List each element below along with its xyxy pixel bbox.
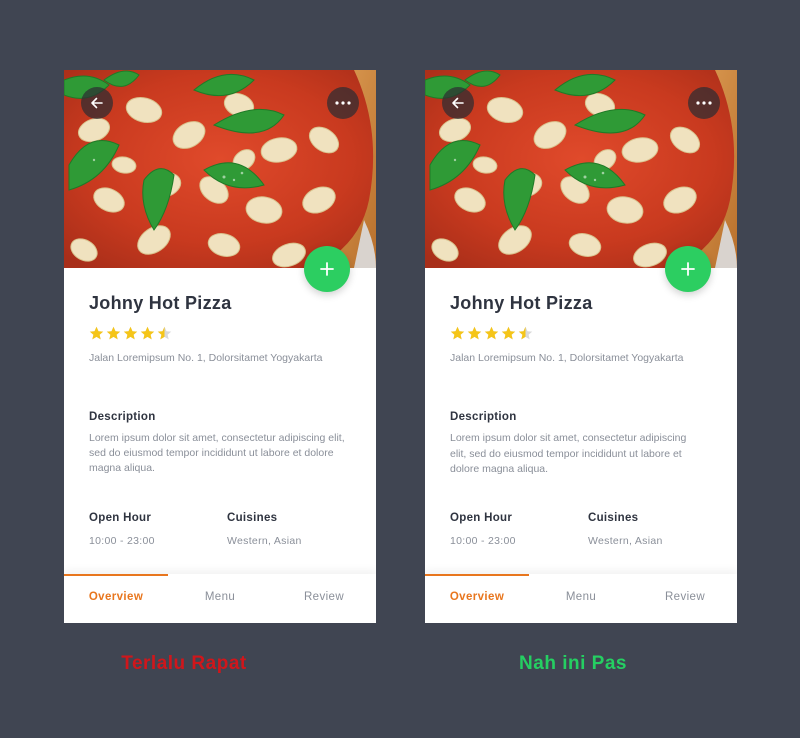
star-rating [89, 326, 172, 341]
more-dots-icon [696, 101, 712, 105]
star-full-icon [123, 326, 138, 340]
description-heading: Description [450, 411, 517, 423]
cuisines-label: Cuisines [227, 512, 278, 524]
back-button[interactable] [81, 87, 113, 119]
star-full-icon [89, 326, 104, 340]
tab-review[interactable]: Review [272, 591, 376, 603]
star-rating [450, 326, 533, 341]
caption-just-right: Nah ini Pas [519, 653, 627, 674]
restaurant-address: Jalan Loremipsum No. 1, Dolorsitamet Yog… [450, 352, 684, 364]
star-full-icon [106, 326, 121, 340]
description-heading: Description [89, 411, 156, 423]
add-button[interactable] [665, 246, 711, 292]
star-full-icon [467, 326, 482, 340]
add-button[interactable] [304, 246, 350, 292]
more-options-button[interactable] [327, 87, 359, 119]
restaurant-card-right: Johny Hot Pizza Jalan Loremipsum No. 1, … [425, 70, 737, 623]
open-hour-label: Open Hour [450, 512, 513, 524]
back-button[interactable] [442, 87, 474, 119]
caption-too-tight: Terlalu Rapat [121, 653, 247, 674]
restaurant-name: Johny Hot Pizza [450, 293, 593, 313]
description-text: Lorem ipsum dolor sit amet, consectetur … [450, 432, 687, 475]
star-full-icon [450, 326, 465, 340]
active-tab-indicator [425, 574, 529, 576]
more-dots-icon [335, 101, 351, 105]
back-arrow-icon [452, 97, 464, 109]
cuisines-value: Western, Asian [227, 535, 302, 547]
plus-icon [320, 262, 334, 276]
plus-icon [681, 262, 695, 276]
star-full-icon [484, 326, 499, 340]
star-full-icon [501, 326, 516, 340]
active-tab-indicator [64, 574, 168, 576]
restaurant-address: Jalan Loremipsum No. 1, Dolorsitamet Yog… [89, 352, 323, 364]
star-half-icon [157, 326, 172, 340]
description-text: Lorem ipsum dolor sit amet, consectetur … [89, 432, 345, 474]
back-arrow-icon [91, 97, 103, 109]
cuisines-label: Cuisines [588, 512, 639, 524]
tab-menu[interactable]: Menu [529, 591, 633, 603]
restaurant-card-left: Johny Hot Pizza Jalan Loremipsum No. 1, … [64, 70, 376, 623]
open-hour-value: 10:00 - 23:00 [89, 535, 155, 547]
star-full-icon [140, 326, 155, 340]
star-half-icon [518, 326, 533, 340]
tab-bar: Overview Menu Review [425, 574, 737, 623]
tab-menu[interactable]: Menu [168, 591, 272, 603]
more-options-button[interactable] [688, 87, 720, 119]
tab-overview[interactable]: Overview [425, 591, 529, 603]
cuisines-value: Western, Asian [588, 535, 663, 547]
open-hour-label: Open Hour [89, 512, 152, 524]
open-hour-value: 10:00 - 23:00 [450, 535, 516, 547]
restaurant-name: Johny Hot Pizza [89, 293, 232, 313]
tab-overview[interactable]: Overview [64, 591, 168, 603]
tab-review[interactable]: Review [633, 591, 737, 603]
tab-bar: Overview Menu Review [64, 574, 376, 623]
